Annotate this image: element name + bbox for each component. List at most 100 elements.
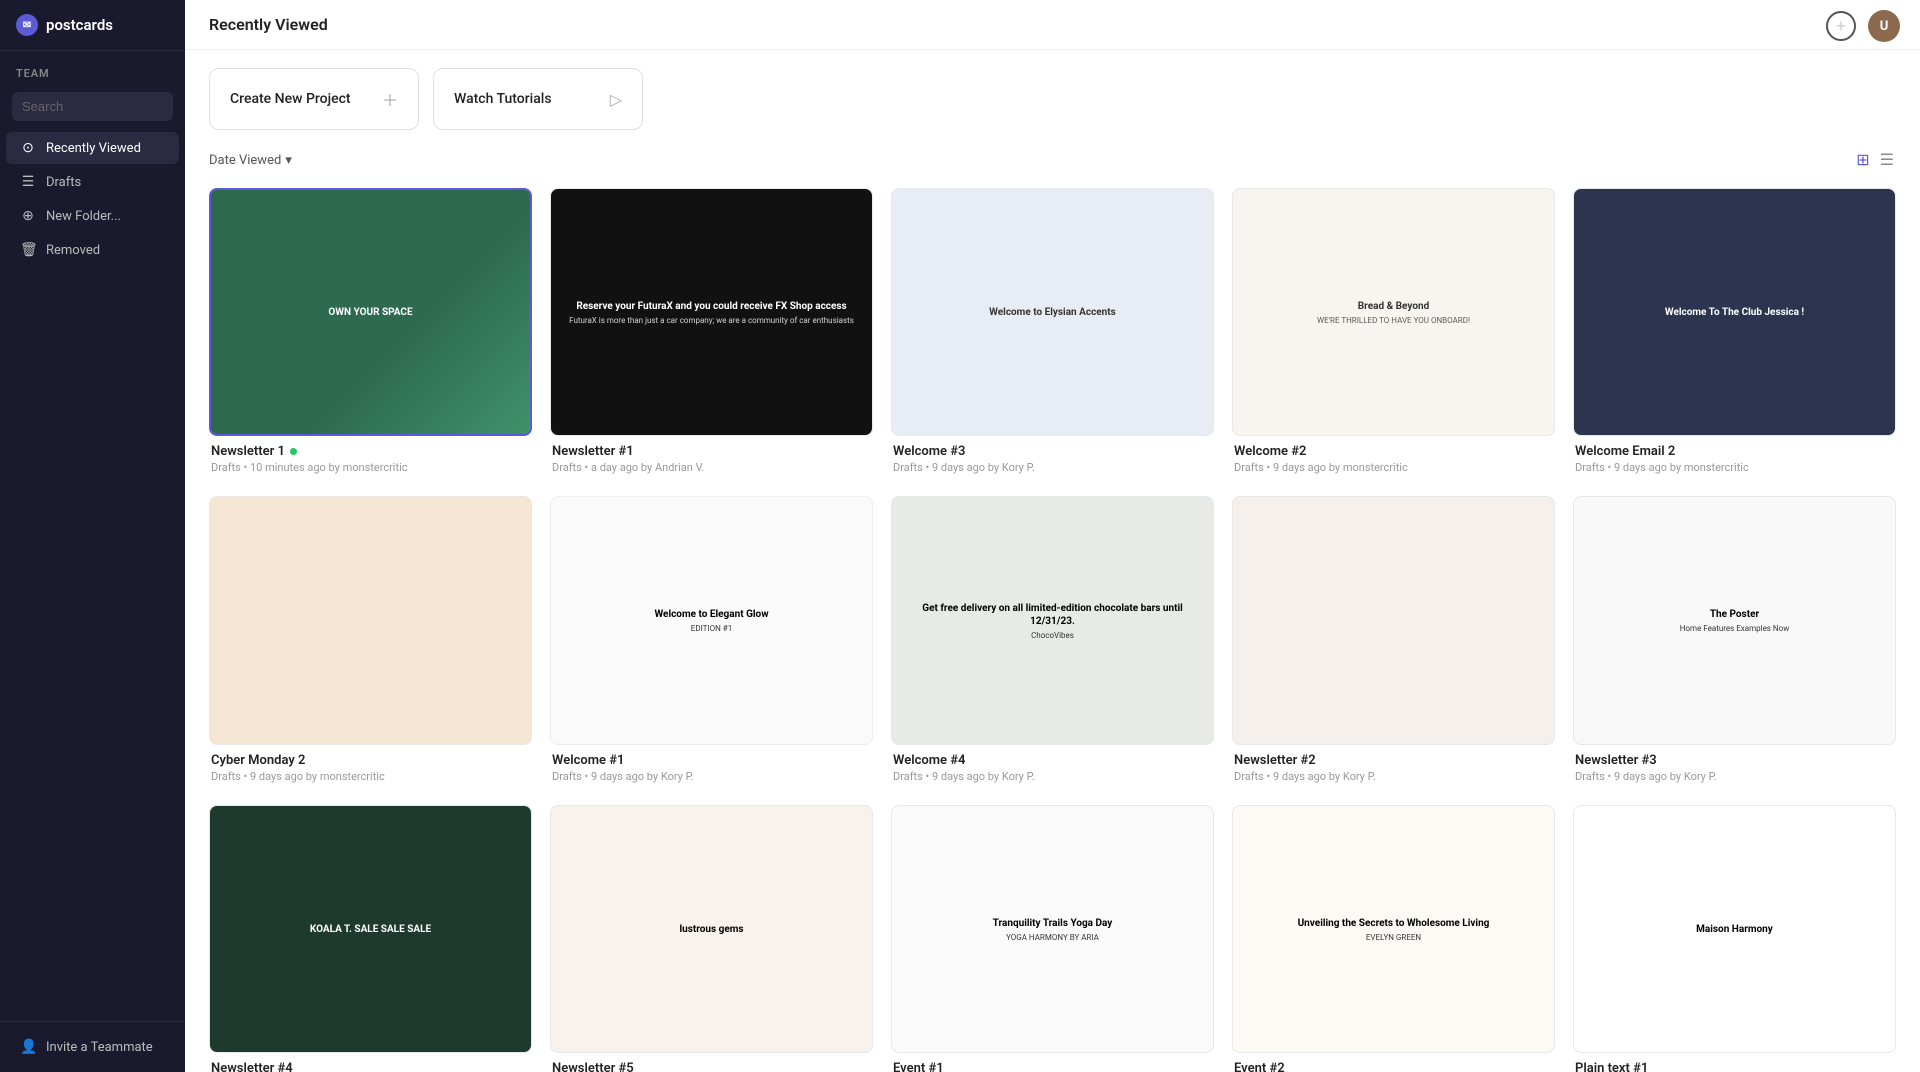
project-thumbnail: The Poster Home Features Examples Now — [1573, 496, 1896, 744]
sidebar-item-label: Invite a Teammate — [46, 1040, 153, 1055]
project-card[interactable]: Maison Harmony Plain text #1 Drafts • 9 … — [1573, 805, 1896, 1072]
project-thumbnail: OWN YOUR SPACE ··· — [209, 188, 532, 436]
list-view-button[interactable]: ☰ — [1878, 148, 1896, 172]
project-name: Cyber Monday 2 — [211, 753, 530, 768]
action-cards: Create New Project ＋ Watch Tutorials ▷ — [185, 50, 1920, 144]
thumbnail-content: Welcome to Elegant Glow EDITION #1 — [551, 497, 872, 743]
sort-dropdown[interactable]: Date Viewed ▾ — [209, 153, 292, 168]
project-name: Newsletter #4 — [211, 1061, 530, 1072]
project-card[interactable]: Newsletter #2 Drafts • 9 days ago by Kor… — [1232, 496, 1555, 786]
project-info: Newsletter #5 Drafts • 9 days ago by Kor… — [550, 1053, 873, 1072]
project-thumbnail: Bread & Beyond WE'RE THRILLED TO HAVE YO… — [1232, 188, 1555, 436]
search-input[interactable] — [12, 92, 173, 121]
project-card[interactable]: lustrous gems Newsletter #5 Drafts • 9 d… — [550, 805, 873, 1072]
project-thumbnail: Welcome To The Club Jessica ! — [1573, 188, 1896, 436]
project-card[interactable]: OWN YOUR SPACE ··· Newsletter 1 Drafts •… — [209, 188, 532, 478]
thumbnail-content: Unveiling the Secrets to Wholesome Livin… — [1233, 806, 1554, 1052]
watch-tutorials-label: Watch Tutorials — [454, 91, 552, 107]
thumbnail-content: KOALA T. SALE SALE SALE — [210, 806, 531, 1052]
active-dot — [290, 448, 297, 455]
project-name: Welcome #1 — [552, 753, 871, 768]
create-project-card[interactable]: Create New Project ＋ — [209, 68, 419, 130]
project-meta: Drafts • 9 days ago by Kory P. — [1234, 770, 1553, 783]
drafts-icon: ☰ — [20, 174, 36, 190]
project-info: Newsletter 1 Drafts • 10 minutes ago by … — [209, 436, 532, 478]
team-label: Team — [0, 51, 185, 86]
thumbnail-title: KOALA T. SALE SALE SALE — [310, 923, 431, 936]
project-card[interactable]: Get free delivery on all limited-edition… — [891, 496, 1214, 786]
project-name: Welcome #3 — [893, 444, 1212, 459]
project-info: Newsletter #3 Drafts • 9 days ago by Kor… — [1573, 745, 1896, 787]
project-meta: Drafts • a day ago by Andrian V. — [552, 461, 871, 474]
thumbnail-content: The Poster Home Features Examples Now — [1574, 497, 1895, 743]
sidebar-item-removed[interactable]: 🗑 Removed — [6, 234, 179, 266]
project-card[interactable]: The Poster Home Features Examples Now Ne… — [1573, 496, 1896, 786]
project-thumbnail: KOALA T. SALE SALE SALE — [209, 805, 532, 1053]
project-thumbnail: Maison Harmony — [1573, 805, 1896, 1053]
sidebar-item-new-folder[interactable]: ⊕ New Folder... — [6, 200, 179, 232]
app-name: postcards — [46, 16, 113, 34]
thumbnail-title: OWN YOUR SPACE — [328, 306, 412, 319]
thumbnail-subtitle: Home Features Examples Now — [1680, 624, 1789, 633]
sidebar-item-label: New Folder... — [46, 209, 121, 224]
project-thumbnail: Tranquility Trails Yoga Day YOGA HARMONY… — [891, 805, 1214, 1053]
app-logo: ✉ postcards — [0, 0, 185, 51]
project-thumbnail: lustrous gems — [550, 805, 873, 1053]
thumbnail-title: Get free delivery on all limited-edition… — [900, 602, 1205, 628]
project-info: Newsletter #2 Drafts • 9 days ago by Kor… — [1232, 745, 1555, 787]
project-name: Welcome #4 — [893, 753, 1212, 768]
project-thumbnail — [1232, 496, 1555, 744]
project-info: Newsletter #4 Drafts • 9 days ago by Kor… — [209, 1053, 532, 1072]
play-icon: ▷ — [610, 90, 622, 109]
project-info: Welcome #4 Drafts • 9 days ago by Kory P… — [891, 745, 1214, 787]
project-card[interactable]: Welcome To The Club Jessica ! Welcome Em… — [1573, 188, 1896, 478]
project-card[interactable]: Tranquility Trails Yoga Day YOGA HARMONY… — [891, 805, 1214, 1072]
project-name: Welcome #2 — [1234, 444, 1553, 459]
project-card[interactable]: KOALA T. SALE SALE SALE Newsletter #4 Dr… — [209, 805, 532, 1072]
project-card[interactable]: Welcome to Elegant Glow EDITION #1 Welco… — [550, 496, 873, 786]
thumbnail-title: Welcome to Elysian Accents — [989, 306, 1116, 319]
project-card[interactable]: Unveiling the Secrets to Wholesome Livin… — [1232, 805, 1555, 1072]
project-meta: Drafts • 10 minutes ago by monstercritic — [211, 461, 530, 474]
watch-tutorials-card[interactable]: Watch Tutorials ▷ — [433, 68, 643, 130]
sidebar-item-recently-viewed[interactable]: ⊙ Recently Viewed — [6, 132, 179, 164]
filter-bar: Date Viewed ▾ ⊞ ☰ — [185, 144, 1920, 184]
projects-grid: OWN YOUR SPACE ··· Newsletter 1 Drafts •… — [185, 184, 1920, 1072]
thumbnail-content: Reserve your FuturaX and you could recei… — [551, 189, 872, 435]
thumbnail-content: Get free delivery on all limited-edition… — [892, 497, 1213, 743]
sidebar-item-drafts[interactable]: ☰ Drafts — [6, 166, 179, 198]
project-name: Newsletter #3 — [1575, 753, 1894, 768]
project-card[interactable]: Bread & Beyond WE'RE THRILLED TO HAVE YO… — [1232, 188, 1555, 478]
thumbnail-subtitle: YOGA HARMONY BY ARIA — [1006, 933, 1099, 942]
project-meta: Drafts • 9 days ago by Kory P. — [893, 770, 1212, 783]
sidebar-item-label: Recently Viewed — [46, 141, 141, 156]
grid-view-button[interactable]: ⊞ — [1854, 148, 1871, 172]
thumbnail-subtitle: EVELYN GREEN — [1366, 933, 1421, 942]
project-info: Welcome Email 2 Drafts • 9 days ago by m… — [1573, 436, 1896, 478]
project-thumbnail — [209, 496, 532, 744]
avatar[interactable]: U — [1868, 10, 1900, 42]
thumbnail-content: Maison Harmony — [1574, 806, 1895, 1052]
project-name: Newsletter #2 — [1234, 753, 1553, 768]
project-name: Newsletter 1 — [211, 444, 530, 459]
thumbnail-subtitle: ChocoVibes — [1031, 631, 1074, 640]
project-thumbnail: Welcome to Elysian Accents — [891, 188, 1214, 436]
thumbnail-content: Bread & Beyond WE'RE THRILLED TO HAVE YO… — [1233, 189, 1554, 435]
thumbnail-content: lustrous gems — [551, 806, 872, 1052]
plus-icon: ＋ — [382, 87, 398, 111]
sidebar-item-invite-teammate[interactable]: 👤 Invite a Teammate — [6, 1031, 179, 1063]
add-folder-icon: ⊕ — [20, 208, 36, 224]
project-card[interactable]: Welcome to Elysian Accents Welcome #3 Dr… — [891, 188, 1214, 478]
project-card[interactable]: Reserve your FuturaX and you could recei… — [550, 188, 873, 478]
thumbnail-content — [210, 497, 531, 743]
project-info: Newsletter #1 Drafts • a day ago by Andr… — [550, 436, 873, 478]
page-title: Recently Viewed — [209, 15, 328, 34]
thumbnail-title: Tranquility Trails Yoga Day — [993, 917, 1113, 930]
view-toggle: ⊞ ☰ — [1854, 148, 1896, 172]
add-button[interactable]: + — [1826, 11, 1856, 41]
project-meta: Drafts • 9 days ago by Kory P. — [552, 770, 871, 783]
project-card[interactable]: Cyber Monday 2 Drafts • 9 days ago by mo… — [209, 496, 532, 786]
thumbnail-subtitle: EDITION #1 — [691, 624, 732, 633]
thumbnail-content: Welcome To The Club Jessica ! — [1574, 189, 1895, 435]
thumbnail-title: Maison Harmony — [1696, 923, 1773, 936]
